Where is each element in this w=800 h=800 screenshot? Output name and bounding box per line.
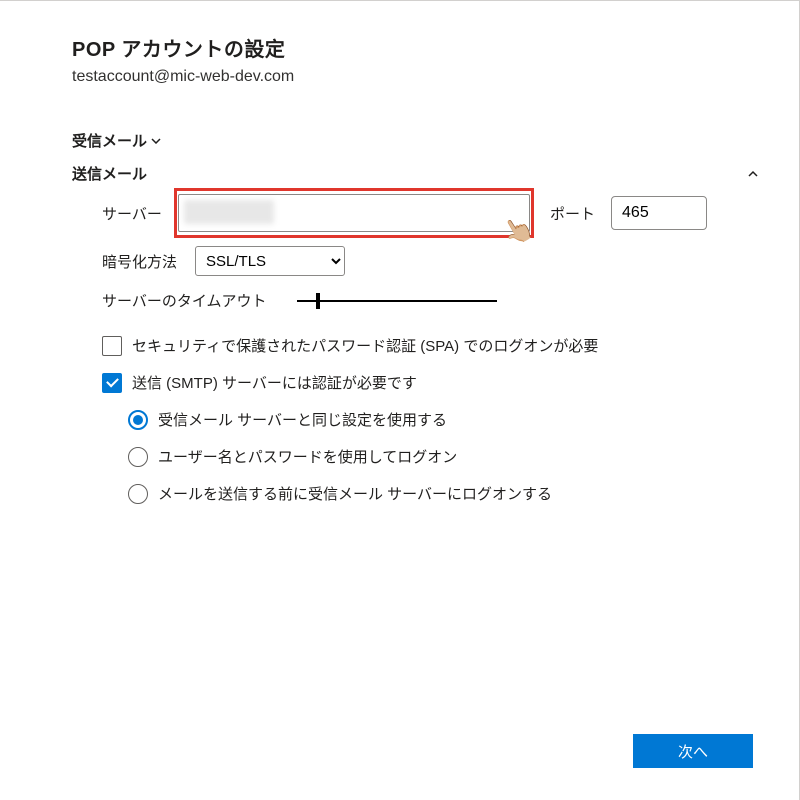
section-outgoing-mail[interactable]: 送信メール (72, 163, 759, 184)
auth-option-2-label: メールを送信する前に受信メール サーバーにログオンする (158, 483, 552, 504)
radio-username-password[interactable] (128, 447, 148, 467)
encryption-select[interactable]: SSL/TLS (195, 246, 345, 276)
chevron-down-icon (151, 138, 161, 144)
server-label: サーバー (102, 203, 168, 224)
chevron-up-icon (747, 170, 759, 178)
outgoing-mail-label: 送信メール (72, 163, 147, 184)
timeout-label: サーバーのタイムアウト (102, 290, 267, 311)
page-title: POP アカウントの設定 (72, 33, 759, 62)
server-input[interactable] (178, 194, 530, 232)
smtp-auth-checkbox[interactable] (102, 373, 122, 393)
spa-label: セキュリティで保護されたパスワード認証 (SPA) でのログオンが必要 (132, 335, 598, 356)
server-field-wrap: 👆🏼 (178, 194, 530, 232)
smtp-auth-label: 送信 (SMTP) サーバーには認証が必要です (132, 372, 417, 393)
port-label: ポート (550, 203, 595, 224)
spa-checkbox-row: セキュリティで保護されたパスワード認証 (SPA) でのログオンが必要 (102, 335, 759, 356)
encryption-row: 暗号化方法 SSL/TLS (102, 246, 759, 276)
auth-option-1-label: ユーザー名とパスワードを使用してログオン (158, 446, 457, 467)
auth-option-logon-before-send[interactable]: メールを送信する前に受信メール サーバーにログオンする (128, 483, 759, 504)
timeout-row: サーバーのタイムアウト (102, 290, 759, 311)
account-email: testaccount@mic-web-dev.com (72, 68, 759, 86)
spa-checkbox[interactable] (102, 336, 122, 356)
dialog-container: POP アカウントの設定 testaccount@mic-web-dev.com… (0, 0, 800, 800)
section-incoming-mail[interactable]: 受信メール (72, 130, 759, 151)
auth-option-0-label: 受信メール サーバーと同じ設定を使用する (158, 409, 447, 430)
next-button[interactable]: 次へ (633, 734, 753, 768)
port-input[interactable] (611, 196, 707, 230)
radio-logon-before-send[interactable] (128, 484, 148, 504)
dialog-footer: 次へ (633, 734, 753, 768)
encryption-label: 暗号化方法 (102, 251, 177, 272)
outgoing-mail-panel: サーバー 👆🏼 ポート 暗号化方法 SSL/TLS サーバーのタイムアウト セキ… (102, 194, 759, 504)
radio-same-as-incoming[interactable] (128, 410, 148, 430)
auth-option-same-as-incoming[interactable]: 受信メール サーバーと同じ設定を使用する (128, 409, 759, 430)
smtp-auth-options: 受信メール サーバーと同じ設定を使用する ユーザー名とパスワードを使用してログオ… (128, 409, 759, 504)
incoming-mail-label: 受信メール (72, 130, 147, 151)
timeout-slider[interactable] (297, 300, 497, 302)
auth-option-username-password[interactable]: ユーザー名とパスワードを使用してログオン (128, 446, 759, 467)
server-row: サーバー 👆🏼 ポート (102, 194, 759, 232)
smtp-auth-checkbox-row: 送信 (SMTP) サーバーには認証が必要です (102, 372, 759, 393)
